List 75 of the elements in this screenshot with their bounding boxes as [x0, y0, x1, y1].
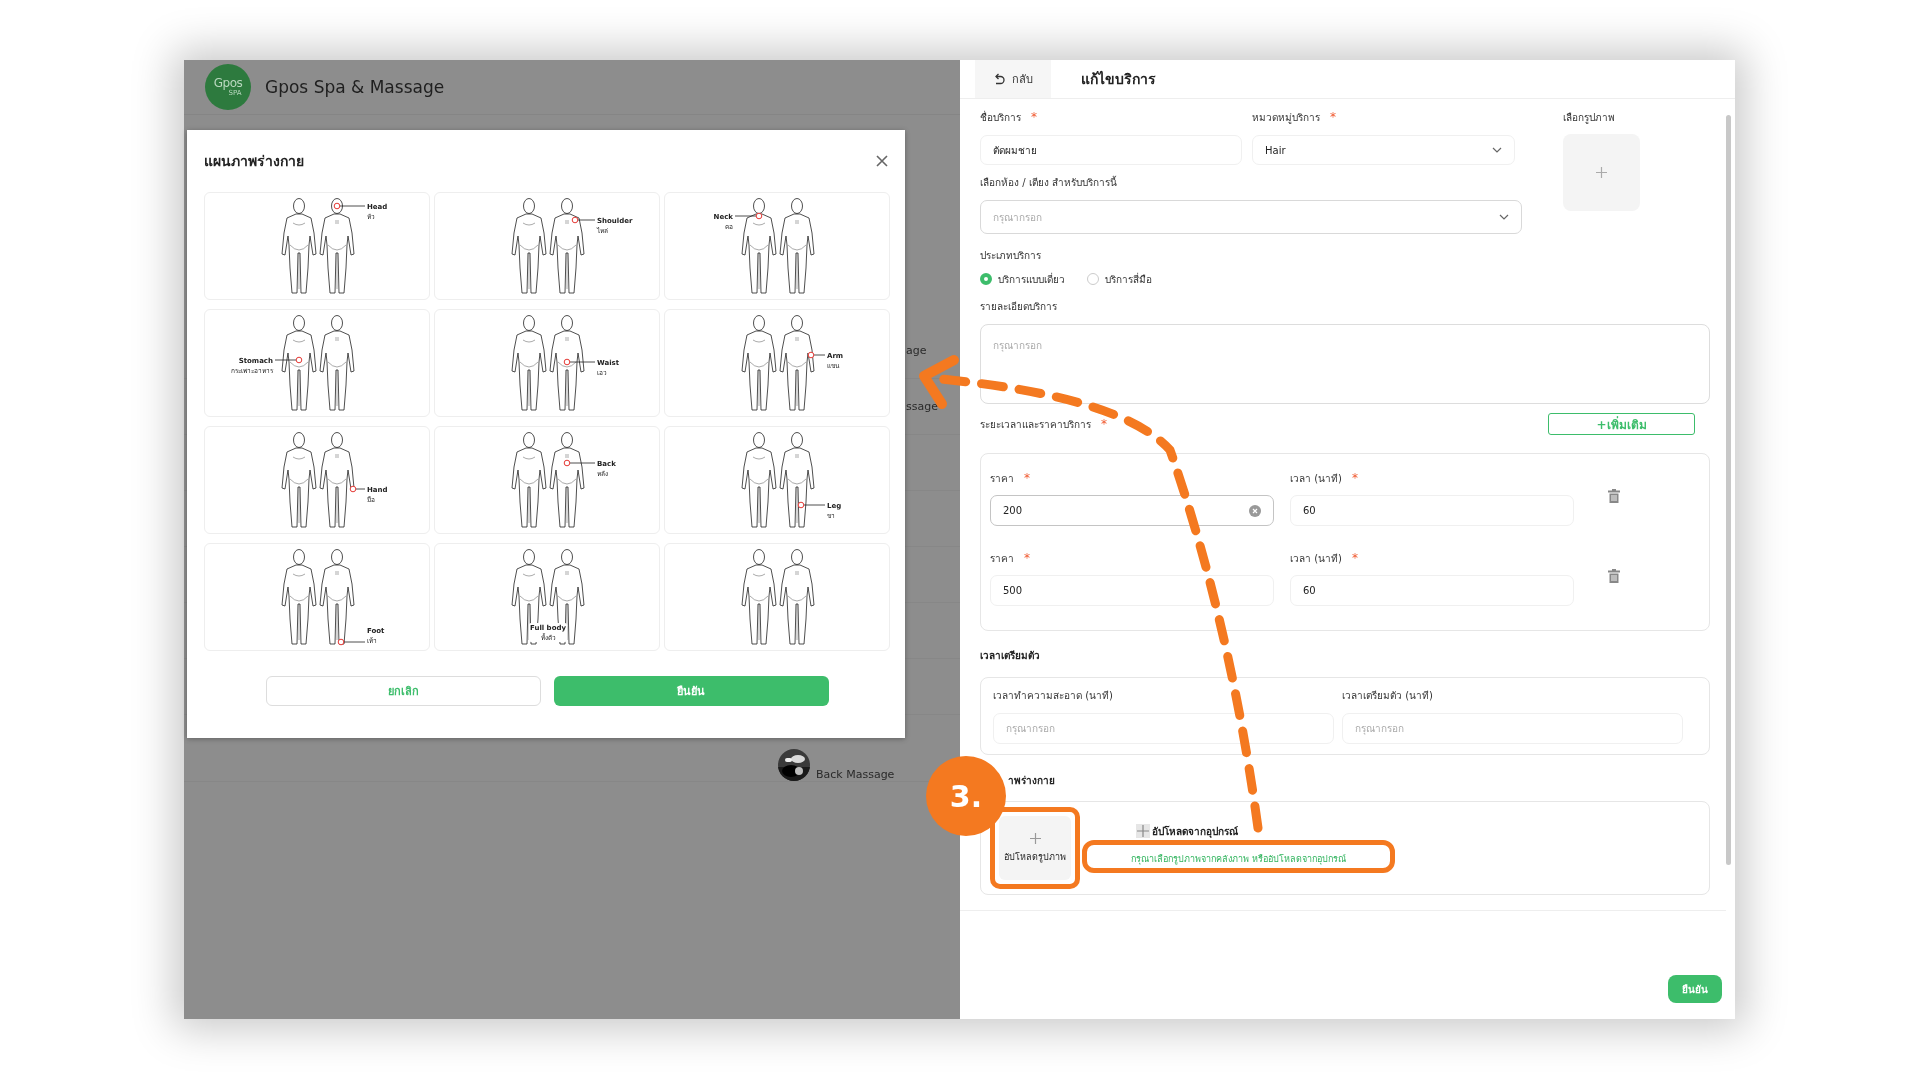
field-label: ระยะเวลาและราคาบริการ [980, 417, 1091, 432]
region-marker [563, 358, 571, 366]
required-mark: * [1024, 551, 1030, 565]
scrollbar[interactable] [1726, 115, 1731, 865]
close-icon [876, 155, 888, 167]
field-label: เลือกรูปภาพ [1563, 110, 1615, 125]
trash-icon [1608, 569, 1620, 583]
service-name-field[interactable]: ตัดผมชาย [980, 135, 1242, 165]
panel-title: แก้ไขบริการ [1081, 70, 1156, 89]
field-label: ราคา [990, 551, 1014, 566]
leader-line [339, 205, 366, 207]
field-label: รายละเอียดบริการ [980, 299, 1057, 314]
required-mark: * [1352, 551, 1358, 565]
chevron-down-icon [1492, 147, 1502, 153]
plus-icon [1136, 824, 1150, 838]
region-marker [333, 202, 341, 210]
undo-icon [993, 73, 1005, 85]
category-select[interactable]: Hair [1252, 135, 1515, 165]
region-marker [807, 351, 815, 359]
section-title: เวลาเตรียมตัว [980, 649, 1041, 663]
plus-icon [1596, 167, 1607, 178]
field-label: ชื่อบริการ [980, 109, 1021, 125]
trash-icon [1608, 489, 1620, 503]
radio-button[interactable] [980, 273, 992, 285]
region-marker [295, 356, 303, 364]
duration-field[interactable]: 60 [1290, 575, 1574, 606]
leader-line [355, 488, 366, 490]
field-label: เวลาเตรียมตัว (นาที) [1342, 689, 1434, 703]
required-mark: * [1352, 471, 1358, 485]
radio-option[interactable]: บริการสี่มือ [1087, 271, 1152, 287]
leader-line [343, 641, 366, 643]
field-label: เลือกห้อง / เตียง สำหรับบริการนี้ [980, 174, 1117, 190]
region-marker [571, 216, 579, 224]
required-mark: * [1101, 417, 1107, 431]
field-label: เวลา (นาที) [1290, 471, 1342, 486]
radio-option[interactable]: บริการแบบเดี่ยว [980, 271, 1065, 287]
body-region-card[interactable] [664, 543, 890, 651]
app-title: Gpos Spa & Massage [265, 77, 445, 97]
required-mark: * [1031, 110, 1037, 124]
leader-line [274, 359, 297, 361]
region-marker [563, 459, 571, 467]
section-title: าพร่างกาย [1008, 774, 1056, 788]
dialog-title: แผนภาพร่างกาย [204, 152, 304, 171]
chevron-down-icon [1499, 214, 1509, 220]
leader-line [734, 215, 757, 217]
field-label: เวลาทำความสะอาด (นาที) [993, 689, 1114, 703]
logo-text: Gpos [213, 77, 243, 89]
upload-from-device-link[interactable]: อัปโหลดจากอุปกรณ์ [1136, 823, 1238, 839]
hint-text: กรุณาเลือกรูปภาพจากคลังภาพ หรืออัปโหลดจากอุปกรณ์ [1131, 853, 1346, 864]
list-item-text: age [906, 344, 927, 357]
required-mark: * [1330, 110, 1336, 124]
price-field[interactable]: 200 [990, 495, 1274, 526]
leader-line [569, 462, 596, 464]
field-label: ราคา [990, 471, 1014, 486]
plus-icon [1029, 832, 1041, 844]
price-field[interactable]: 500 [990, 575, 1274, 606]
field-label: หมวดหมู่บริการ [1252, 110, 1320, 125]
region-marker [755, 212, 763, 220]
field-label: เวลา (นาที) [1290, 551, 1342, 566]
back-button[interactable]: กลับ [975, 60, 1051, 98]
field-label: ประเภทบริการ [980, 248, 1041, 263]
leader-line [569, 361, 596, 363]
list-item-text: Back Massage [816, 768, 895, 781]
close-button[interactable] [874, 153, 890, 169]
region-marker [797, 501, 805, 509]
leader-line [577, 219, 596, 221]
leader-line [813, 354, 826, 356]
region-marker [337, 638, 345, 646]
duration-field[interactable]: 60 [1290, 495, 1574, 526]
upload-image-button[interactable]: อัปโหลดรูปภาพ [999, 816, 1071, 880]
region-marker [349, 485, 357, 493]
leader-line [803, 504, 826, 506]
required-mark: * [1024, 471, 1030, 485]
clear-icon [1249, 504, 1261, 517]
list-item-text: ssage [906, 400, 938, 413]
